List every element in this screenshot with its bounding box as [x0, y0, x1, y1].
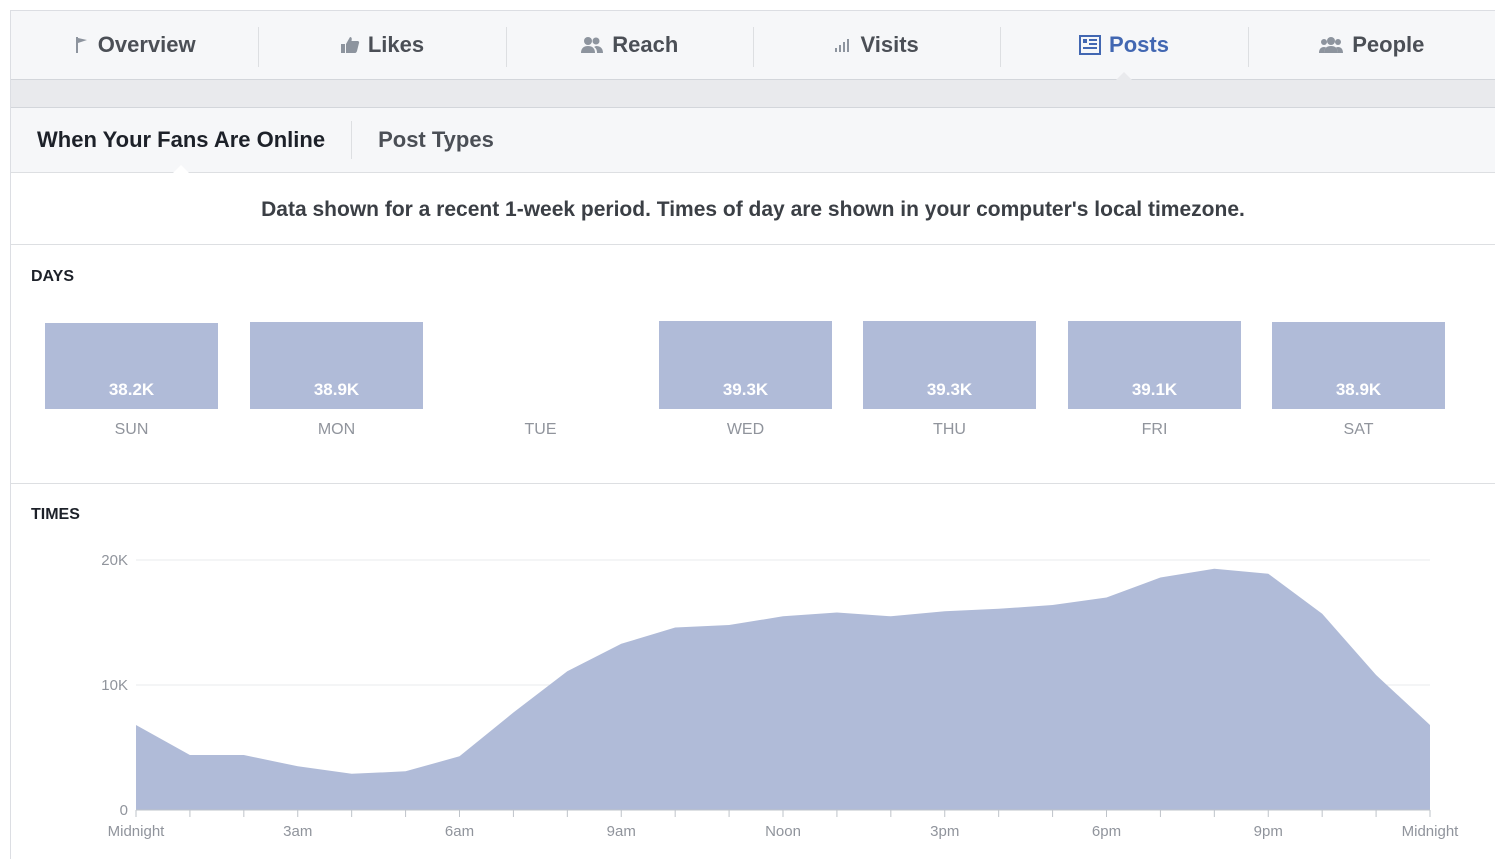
tab-likes[interactable]: Likes [258, 11, 505, 79]
insights-nav: Overview Likes Reach Visits Posts People [11, 11, 1495, 80]
times-area-chart: 0 10K 20K Midnight 3am 6am 9am Noon 3pm 6pm 9pm Mid… [101, 552, 1460, 840]
times-data-point[interactable] [1050, 602, 1056, 608]
subtab-post-types[interactable]: Post Types [351, 121, 520, 159]
tab-overview[interactable]: Overview [11, 11, 258, 79]
day-value-label: 39.3K [722, 380, 769, 399]
tab-label: Reach [612, 32, 679, 57]
tab-reach[interactable]: Reach [505, 11, 753, 79]
day-label: TUE [524, 421, 557, 438]
posts-icon [1079, 35, 1102, 55]
day-value-label: 38.9K [1335, 380, 1382, 399]
flag-icon [74, 36, 90, 54]
data-period-notice: Data shown for a recent 1-week period. T… [11, 173, 1495, 245]
x-tick-label: Midnight [108, 823, 166, 840]
group-icon [1318, 36, 1344, 54]
times-area-series [136, 568, 1430, 810]
times-data-point[interactable] [241, 752, 247, 758]
y-tick-label: 0 [120, 802, 128, 819]
times-section-title: TIMES [31, 506, 80, 523]
thumbs-up-icon [340, 36, 360, 54]
times-data-point[interactable] [133, 722, 139, 728]
day-label: SAT [1343, 421, 1374, 438]
times-data-point[interactable] [1211, 566, 1217, 572]
tab-label: People [1352, 32, 1425, 57]
days-section-title: DAYS [31, 268, 74, 285]
tab-label: Visits [860, 32, 919, 57]
times-data-point[interactable] [1319, 611, 1325, 617]
day-label: WED [726, 421, 765, 438]
times-data-point[interactable] [564, 668, 570, 674]
nav-separator-band [11, 80, 1495, 108]
x-tick-label: Noon [765, 823, 801, 840]
times-data-point[interactable] [942, 608, 948, 614]
times-data-point[interactable] [457, 753, 463, 759]
times-data-point[interactable] [1373, 672, 1379, 678]
day-value-label: 38.2K [108, 380, 155, 399]
times-data-point[interactable] [726, 622, 732, 628]
x-tick-label: 3pm [930, 823, 959, 840]
times-data-point[interactable] [187, 752, 193, 758]
tab-people[interactable]: People [1247, 11, 1495, 79]
x-tick-label: 9am [607, 823, 636, 840]
section-divider [11, 483, 1495, 484]
x-tick-label: 9pm [1254, 823, 1283, 840]
day-label: MON [317, 421, 356, 438]
subtab-when-your-fans-are-online[interactable]: When Your Fans Are Online [11, 121, 351, 173]
people-icon [580, 36, 604, 54]
x-tick-label: 6am [445, 823, 474, 840]
day-value-label: 39.1K [1131, 380, 1178, 399]
tab-label: Posts [1109, 32, 1169, 57]
times-data-point[interactable] [403, 768, 409, 774]
bar-signal-icon [834, 37, 852, 53]
times-data-point[interactable] [1265, 571, 1271, 577]
day-value-label: 38.9K [313, 380, 360, 399]
posts-subnav: When Your Fans Are Online Post Types [11, 108, 1495, 173]
times-data-point[interactable] [510, 710, 516, 716]
tab-label: Likes [367, 32, 425, 57]
y-tick-label: 10K [101, 677, 128, 694]
day-label: FRI [1141, 421, 1168, 438]
times-data-point[interactable] [888, 613, 894, 619]
tab-posts[interactable]: Posts [1000, 11, 1247, 80]
times-data-point[interactable] [295, 763, 301, 769]
tab-label: Overview [97, 32, 196, 57]
day-label: THU [933, 421, 966, 438]
x-tick-label: 6pm [1092, 823, 1121, 840]
times-data-point[interactable] [618, 641, 624, 647]
times-data-point[interactable] [1104, 595, 1110, 601]
times-data-point[interactable] [672, 625, 678, 631]
times-data-point[interactable] [1157, 575, 1163, 581]
day-value-label: 39.3K [926, 380, 973, 399]
times-data-point[interactable] [349, 771, 355, 777]
day-label: SUN [114, 421, 149, 438]
times-data-point[interactable] [780, 613, 786, 619]
times-data-point[interactable] [996, 606, 1002, 612]
y-tick-label: 20K [101, 552, 128, 569]
tab-visits[interactable]: Visits [752, 11, 1000, 79]
x-tick-label: Midnight [1402, 823, 1460, 840]
x-tick-label: 3am [283, 823, 312, 840]
times-data-point[interactable] [834, 610, 840, 616]
times-data-point[interactable] [1427, 722, 1433, 728]
